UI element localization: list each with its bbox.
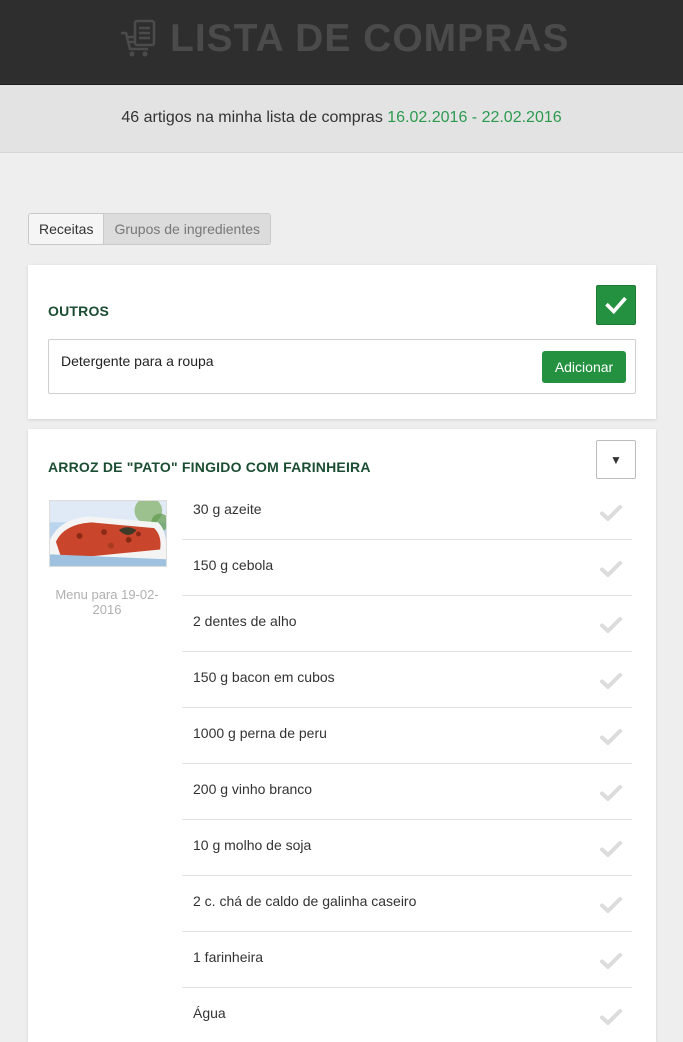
- app-title: LISTA DE COMPRAS: [170, 17, 570, 60]
- check-icon[interactable]: [600, 504, 622, 522]
- outros-card: OUTROS Adicionar: [28, 265, 656, 419]
- ingredient-label: 150 g bacon em cubos: [193, 669, 335, 685]
- shopping-cart-list-icon: [121, 19, 156, 57]
- recipe-card: ARROZ DE "PATO" FINGIDO COM FARINHEIRA ▼…: [28, 429, 656, 1042]
- ingredient-label: 2 c. chá de caldo de galinha caseiro: [193, 893, 417, 909]
- add-button[interactable]: Adicionar: [542, 351, 626, 383]
- ingredient-row[interactable]: 10 g molho de soja: [182, 820, 632, 876]
- check-icon[interactable]: [600, 672, 622, 690]
- ingredient-row[interactable]: 2 dentes de alho: [182, 596, 632, 652]
- ingredient-label: Água: [193, 1005, 226, 1021]
- ingredient-list: 30 g azeite 150 g cebola 2 dentes de alho 1…: [182, 484, 632, 1042]
- ingredient-label: 10 g molho de soja: [193, 837, 312, 853]
- tab-grupos-de-ingredientes[interactable]: Grupos de ingredientes: [104, 214, 271, 244]
- view-tabs: Receitas Grupos de ingredientes: [28, 213, 272, 245]
- ingredient-row[interactable]: Água: [182, 988, 632, 1042]
- add-item-row: Adicionar: [48, 339, 636, 394]
- ingredient-row[interactable]: 150 g cebola: [182, 540, 632, 596]
- recipe-title: ARROZ DE "PATO" FINGIDO COM FARINHEIRA: [48, 459, 371, 475]
- outros-title: OUTROS: [48, 303, 110, 319]
- recipe-image[interactable]: [49, 500, 167, 567]
- ingredient-row[interactable]: 1000 g perna de peru: [182, 708, 632, 764]
- ingredient-row[interactable]: 200 g vinho branco: [182, 764, 632, 820]
- triangle-down-icon: ▼: [610, 452, 622, 467]
- shopping-list-summary: 46 artigos na minha lista de compras 16.…: [0, 85, 683, 153]
- check-icon[interactable]: [600, 1008, 622, 1026]
- check-icon[interactable]: [600, 896, 622, 914]
- ingredient-label: 30 g azeite: [193, 501, 262, 517]
- app-logo[interactable]: LISTA DE COMPRAS: [120, 14, 570, 64]
- check-icon[interactable]: [600, 560, 622, 578]
- check-icon[interactable]: [600, 840, 622, 858]
- ingredient-label: 150 g cebola: [193, 557, 274, 573]
- check-icon[interactable]: [600, 616, 622, 634]
- recipe-dropdown-button[interactable]: ▼: [596, 440, 636, 479]
- date-range: 16.02.2016 - 22.02.2016: [387, 109, 562, 126]
- check-icon[interactable]: [600, 952, 622, 970]
- top-bar: LISTA DE COMPRAS: [0, 0, 683, 85]
- add-item-input[interactable]: [61, 350, 521, 372]
- tab-receitas[interactable]: Receitas: [29, 214, 105, 244]
- recipe-photo-graphic: [50, 501, 166, 566]
- menu-date: Menu para 19-02-2016: [55, 587, 159, 617]
- ingredient-label: 1 farinheira: [193, 949, 264, 965]
- check-icon[interactable]: [600, 728, 622, 746]
- ingredient-row[interactable]: 1 farinheira: [182, 932, 632, 988]
- ingredient-label: 200 g vinho branco: [193, 781, 313, 797]
- ingredient-label: 1000 g perna de peru: [193, 725, 327, 741]
- mark-all-done-button[interactable]: [596, 285, 636, 325]
- ingredient-row[interactable]: 30 g azeite: [182, 484, 632, 540]
- check-icon[interactable]: [600, 784, 622, 802]
- ingredient-row[interactable]: 150 g bacon em cubos: [182, 652, 632, 708]
- ingredient-label: 2 dentes de alho: [193, 613, 297, 629]
- ingredient-row[interactable]: 2 c. chá de caldo de galinha caseiro: [182, 876, 632, 932]
- check-icon: [605, 296, 627, 315]
- summary-text: 46 artigos na minha lista de compras: [121, 109, 383, 126]
